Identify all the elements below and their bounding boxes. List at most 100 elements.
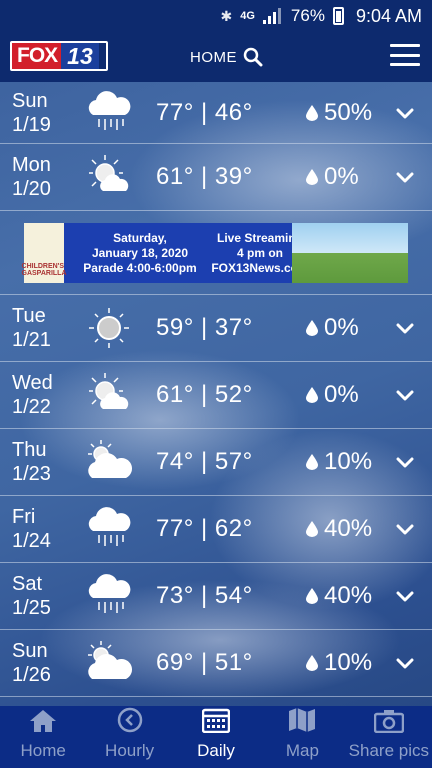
calendar-icon bbox=[201, 707, 231, 741]
ad-logo-text: CHILDREN'S GASPARILLA bbox=[21, 263, 67, 277]
chevron-down-icon[interactable] bbox=[396, 319, 414, 337]
forecast-row[interactable]: Sun 1/19 77° | 46° 50% bbox=[0, 82, 432, 144]
nav-home[interactable]: Home bbox=[0, 706, 86, 768]
chevron-down-icon[interactable] bbox=[396, 453, 414, 471]
day-name: Sun bbox=[12, 640, 48, 662]
raindrop-icon bbox=[306, 104, 318, 121]
precip-chance: 50% bbox=[306, 99, 372, 127]
low-temp: 46° bbox=[214, 98, 253, 126]
ad-row: CHILDREN'S GASPARILLA Saturday, January … bbox=[0, 211, 432, 295]
chevron-down-icon[interactable] bbox=[396, 520, 414, 538]
raindrop-icon bbox=[306, 454, 318, 470]
day-date: 1/24 bbox=[12, 530, 51, 552]
app-header: FOX 13 HOME bbox=[0, 32, 432, 82]
battery-percent: 76% bbox=[290, 6, 325, 25]
nav-share-pics[interactable]: Share pics bbox=[346, 706, 432, 768]
precip-value: 40% bbox=[324, 515, 373, 542]
day-name: Sat bbox=[12, 573, 43, 595]
logo-number: 13 bbox=[61, 43, 99, 69]
partly-cloudy-icon bbox=[83, 151, 135, 203]
forecast-row[interactable]: Mon 1/20 61° | 39° 0% bbox=[0, 144, 432, 211]
nav-label: Home bbox=[20, 741, 66, 760]
signal-icon bbox=[262, 8, 283, 24]
high-temp: 77° bbox=[156, 98, 194, 126]
day-name: Fri bbox=[12, 506, 36, 528]
high-temp: 61° bbox=[156, 163, 194, 190]
high-temp: 61° bbox=[156, 381, 194, 408]
chevron-down-icon[interactable] bbox=[396, 168, 414, 186]
low-temp: 37° bbox=[214, 314, 253, 341]
temperature-range: 77° | 46° bbox=[156, 98, 253, 126]
raindrop-icon bbox=[306, 169, 318, 185]
precip-chance: 40% bbox=[306, 515, 372, 543]
mostly-cloudy-icon bbox=[83, 637, 135, 689]
low-temp: 62° bbox=[214, 515, 253, 542]
raindrop-icon bbox=[306, 521, 318, 537]
gasparilla-ad-banner[interactable]: CHILDREN'S GASPARILLA Saturday, January … bbox=[21, 223, 408, 283]
forecast-day: Mon 1/20 bbox=[12, 153, 51, 201]
temperature-range: 61° | 52° bbox=[156, 381, 253, 408]
forecast-day: Wed 1/22 bbox=[12, 371, 53, 419]
partly-cloudy-icon bbox=[83, 369, 135, 421]
home-label: HOME bbox=[190, 48, 237, 66]
chevron-down-icon[interactable] bbox=[396, 104, 414, 122]
high-temp: 59° bbox=[156, 314, 194, 341]
nav-label: Share pics bbox=[348, 741, 429, 760]
day-name: Thu bbox=[12, 439, 47, 461]
chevron-down-icon[interactable] bbox=[396, 587, 414, 605]
low-temp: 39° bbox=[214, 163, 253, 190]
high-temp: 69° bbox=[156, 649, 194, 676]
forecast-row[interactable]: Thu 1/23 74° | 57° 10% bbox=[0, 429, 432, 496]
temperature-range: 61° | 39° bbox=[156, 163, 253, 190]
forecast-day: Tue 1/21 bbox=[12, 304, 51, 352]
temperature-range: 73° | 54° bbox=[156, 582, 253, 609]
day-date: 1/20 bbox=[12, 178, 51, 200]
rain-cloud-icon bbox=[83, 503, 135, 555]
day-date: 1/22 bbox=[12, 396, 51, 418]
nav-map[interactable]: Map bbox=[259, 706, 345, 768]
low-temp: 54° bbox=[214, 582, 253, 609]
low-temp: 52° bbox=[214, 381, 253, 408]
precip-value: 0% bbox=[324, 163, 359, 190]
precip-value: 0% bbox=[324, 381, 359, 408]
day-date: 1/23 bbox=[12, 463, 51, 485]
nav-daily[interactable]: Daily bbox=[173, 706, 259, 768]
low-temp: 51° bbox=[214, 649, 253, 676]
ad-date-text: Saturday, January 18, 2020 Parade 4:00-6… bbox=[70, 231, 210, 276]
precip-value: 10% bbox=[324, 649, 373, 676]
rain-cloud-icon bbox=[83, 570, 135, 622]
precip-chance: 40% bbox=[306, 582, 372, 610]
high-temp: 73° bbox=[156, 582, 194, 609]
forecast-row[interactable]: Sun 1/26 69° | 51° 10% bbox=[0, 630, 432, 697]
temperature-range: 77° | 62° bbox=[156, 515, 253, 542]
fox13-logo[interactable]: FOX 13 bbox=[10, 41, 108, 71]
chevron-down-icon[interactable] bbox=[396, 386, 414, 404]
chevron-down-icon[interactable] bbox=[396, 654, 414, 672]
forecast-day: Thu 1/23 bbox=[12, 438, 51, 486]
hamburger-menu-icon[interactable] bbox=[390, 44, 420, 66]
forecast-row[interactable]: Wed 1/22 61° | 52° 0% bbox=[0, 362, 432, 429]
ad-line1: Saturday, bbox=[113, 230, 167, 245]
forecast-row[interactable]: Sat 1/25 73° | 54° 40% bbox=[0, 563, 432, 630]
day-date: 1/19 bbox=[12, 113, 51, 136]
forecast-day: Sat 1/25 bbox=[12, 572, 51, 620]
precip-chance: 10% bbox=[306, 448, 372, 476]
day-name: Tue bbox=[12, 305, 46, 327]
ad-line3: Parade 4:00-6:00pm bbox=[83, 260, 197, 275]
search-icon[interactable] bbox=[243, 47, 263, 67]
forecast-day: Sun 1/26 bbox=[12, 639, 51, 687]
forecast-row[interactable]: Fri 1/24 77° | 62° 40% bbox=[0, 496, 432, 563]
forecast-row[interactable]: Tue 1/21 59° | 37° 0% bbox=[0, 295, 432, 362]
nav-label: Daily bbox=[197, 741, 235, 760]
precip-chance: 0% bbox=[306, 163, 359, 191]
forecast-day: Fri 1/24 bbox=[12, 505, 51, 553]
nav-hourly[interactable]: Hourly bbox=[86, 706, 172, 768]
home-search-link[interactable]: HOME bbox=[190, 47, 263, 67]
logo-text: FOX bbox=[12, 43, 62, 69]
daily-forecast-list: Sun 1/19 77° | 46° 50% Mon 1/20 61° | 39… bbox=[0, 82, 432, 697]
precip-chance: 10% bbox=[306, 649, 372, 677]
day-date: 1/25 bbox=[12, 597, 51, 619]
bottom-navigation: Home Hourly Daily Map Share pics bbox=[0, 706, 432, 768]
precip-value: 0% bbox=[324, 314, 359, 341]
bluetooth-icon: ✱ bbox=[220, 7, 233, 24]
